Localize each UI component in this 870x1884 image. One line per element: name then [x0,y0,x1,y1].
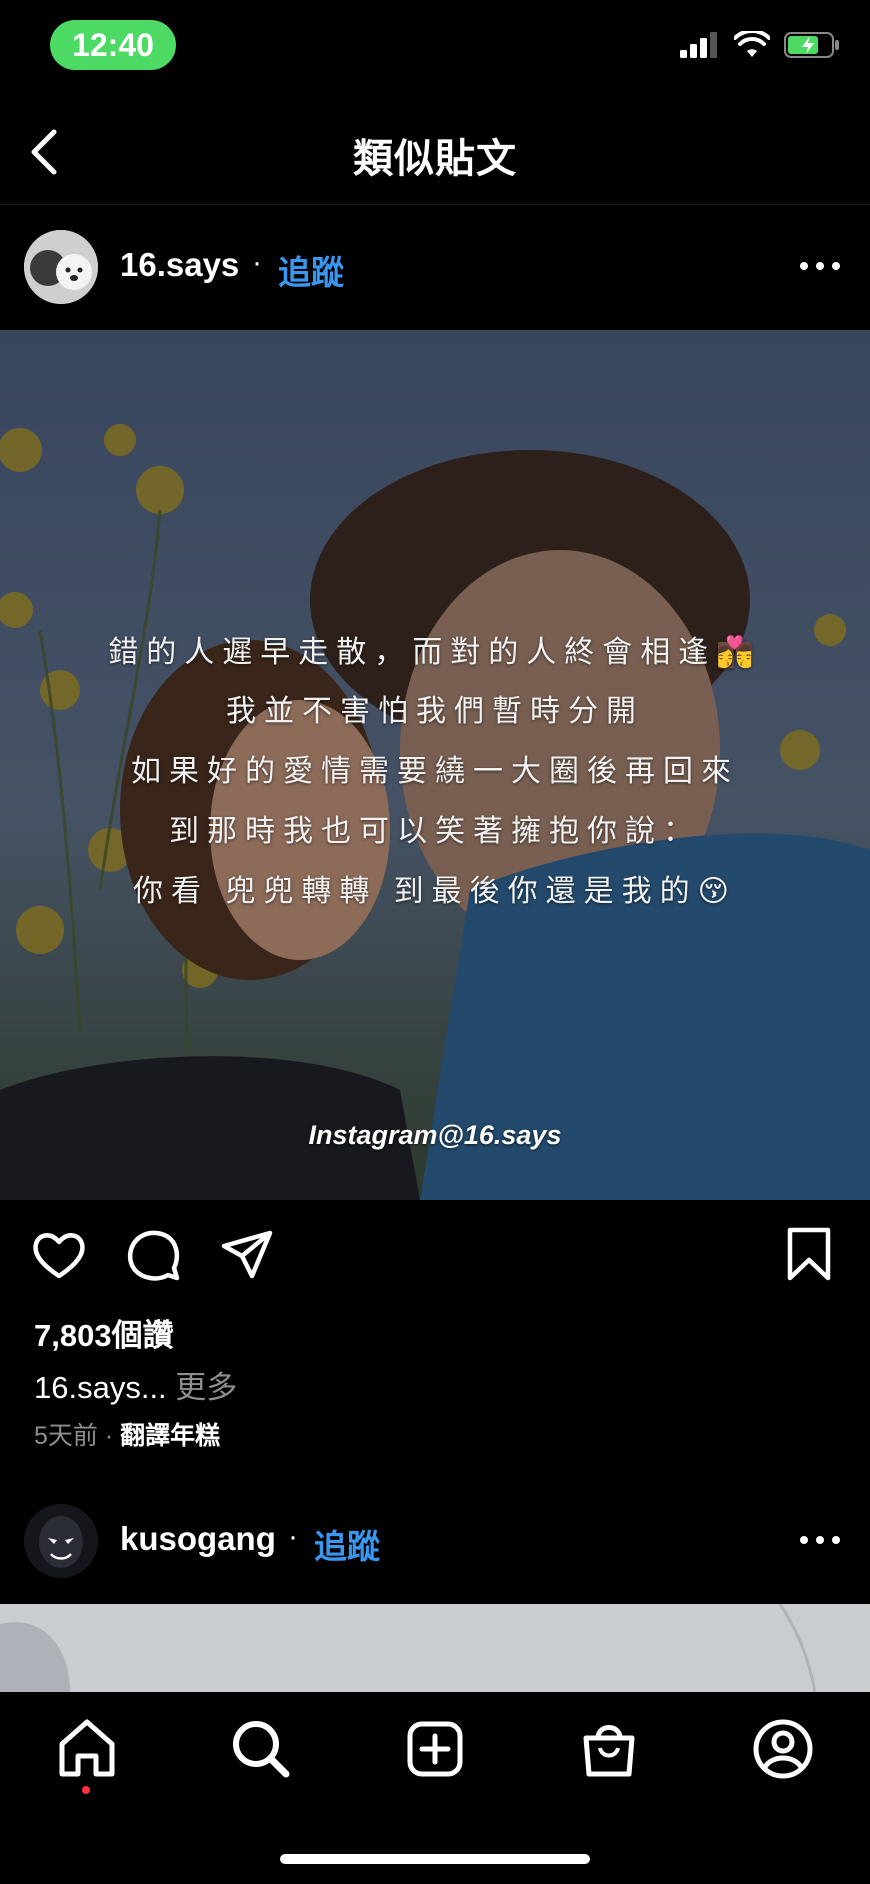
status-icons [680,30,840,60]
separator-dot: · [288,1520,298,1553]
avatar-image [24,1504,98,1578]
caption-more-link[interactable]: 更多 [167,1370,237,1405]
more-horizontal-icon [800,1536,808,1544]
post-photo [0,1604,870,1692]
image-text-line-3: 如果好的愛情需要繞一大圈後再回來 [131,755,739,788]
tab-shop[interactable] [574,1714,644,1784]
add-post-icon [407,1721,463,1777]
image-text-line-4: 到那時我也可以笑著擁抱你說： [169,815,701,848]
save-button[interactable] [780,1226,838,1284]
like-count[interactable]: 7,803個讚 [34,1310,174,1355]
image-watermark: Instagram@16.says [308,1120,562,1150]
tab-home[interactable] [52,1714,122,1784]
translate-link[interactable]: 翻譯年糕 [120,1422,220,1450]
image-text-line-2: 我並不害怕我們暫時分開 [226,695,644,728]
shopping-bag-icon [583,1725,635,1777]
more-options-button[interactable] [800,1536,840,1548]
heart-icon [33,1233,85,1279]
search-icon [233,1721,290,1778]
image-text-line-5: 你看 兜兜轉轉 到最後你還是我的😚 [133,875,737,908]
tab-profile[interactable] [748,1714,818,1784]
status-time: 12:40 [50,20,176,70]
page-title: 類似貼文 [353,137,517,181]
more-options-button[interactable] [800,262,840,274]
follow-button[interactable]: 追蹤 [314,1520,380,1568]
post-meta: 5天前 · 翻譯年糕 [34,1416,220,1452]
avatar-kusogang[interactable] [24,1504,98,1578]
share-button[interactable] [218,1226,276,1284]
send-icon [221,1230,273,1279]
like-button[interactable] [30,1226,88,1284]
post-username[interactable]: 16.says [120,246,239,284]
post-username[interactable]: kusogang [120,1520,276,1558]
comment-icon [127,1230,180,1281]
tab-create[interactable] [400,1714,470,1784]
avatar-16says[interactable] [24,230,98,304]
post-caption[interactable]: 16.says... 更多 [34,1362,237,1407]
wifi-icon [734,31,770,57]
battery-icon [784,32,839,58]
comment-button[interactable] [124,1226,182,1284]
separator-dot: · [252,246,262,279]
bookmark-icon [787,1227,831,1281]
follow-button[interactable]: 追蹤 [278,246,344,294]
caption-user: 16.says... [34,1370,167,1405]
home-indicator [280,1854,590,1864]
meta-separator: · [97,1422,121,1450]
image-text-line-1: 錯的人遲早走散，而對的人終會相逢👩‍❤️‍💋‍👨 [108,636,762,669]
post-time: 5天前 [34,1422,98,1450]
profile-icon [753,1719,813,1779]
notification-dot [82,1786,90,1794]
more-horizontal-icon [800,262,808,270]
post-image[interactable] [0,1604,870,1692]
tab-search[interactable] [226,1714,296,1784]
signal-icon [680,32,717,58]
avatar-image [24,230,98,304]
home-icon [59,1719,115,1777]
